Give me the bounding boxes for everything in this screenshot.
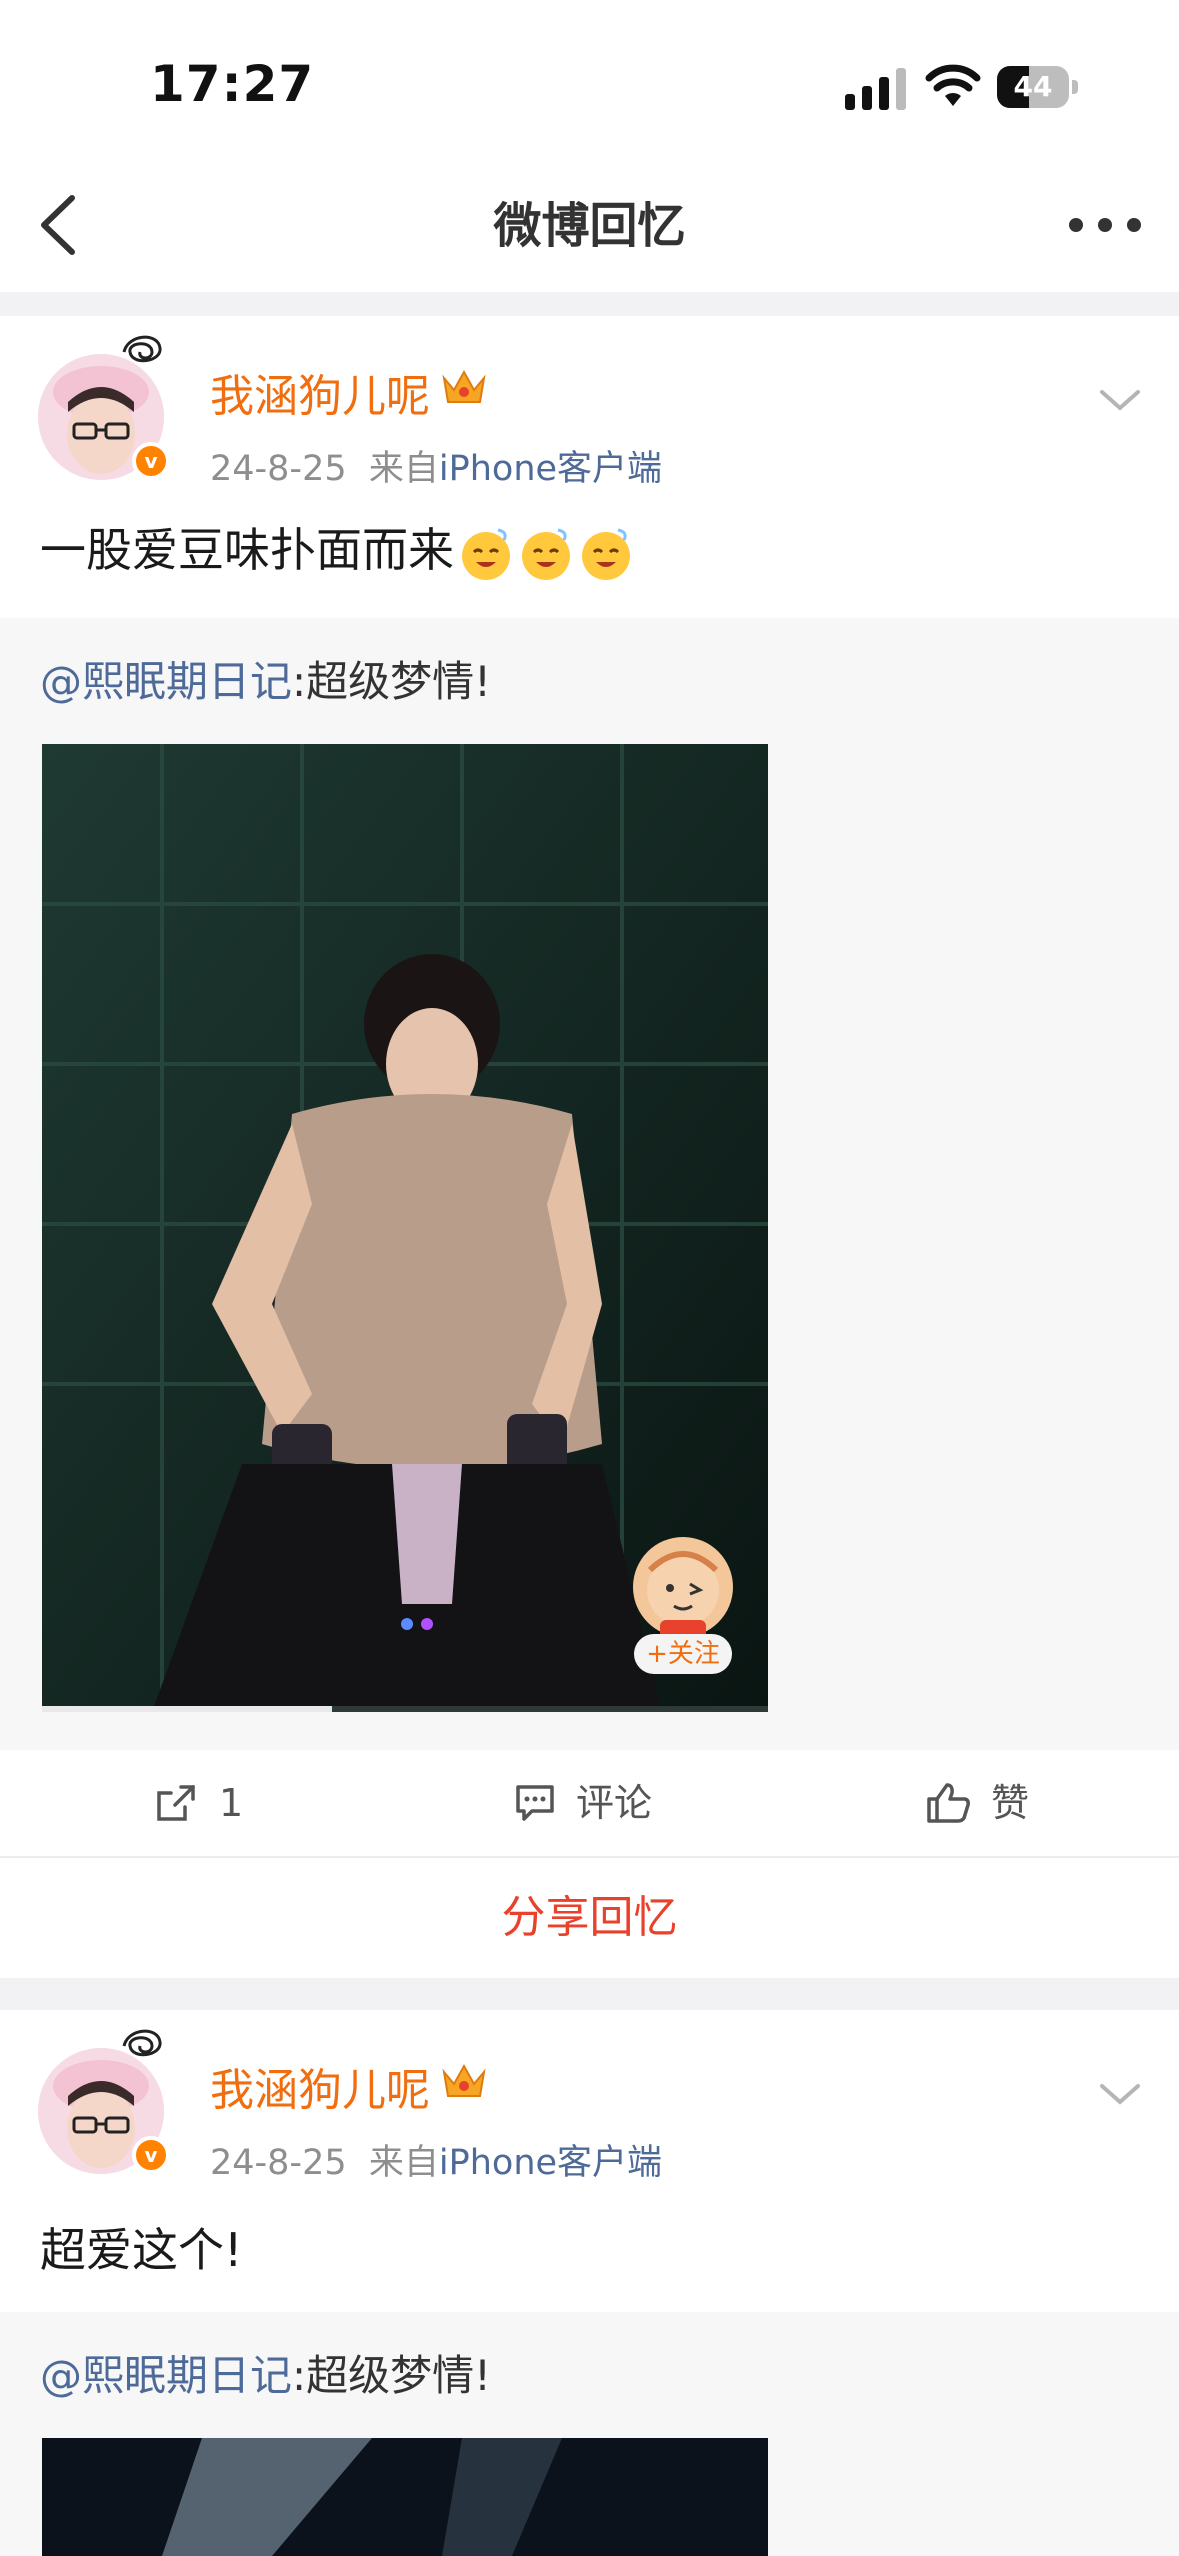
mention-link[interactable]: @熙眠期日记 [40, 657, 292, 706]
cellular-signal-icon [845, 68, 906, 110]
drooling-emoji-icon [582, 528, 630, 580]
back-icon[interactable] [28, 190, 98, 260]
repost-count: 1 [219, 1781, 244, 1825]
post-card: v 我涵狗儿呢 24-8-25 来自iPhone客户端 一股爱豆味扑面而来 [0, 316, 1179, 618]
source-link[interactable]: iPhone客户端 [439, 2143, 662, 2183]
wifi-icon [925, 64, 981, 106]
mention-link[interactable]: @熙眠期日记 [40, 2351, 292, 2400]
status-time: 17:27 [150, 55, 315, 113]
crown-icon [442, 369, 486, 403]
repost-content: :超级梦情! [292, 657, 492, 706]
page-title: 微博回忆 [493, 198, 686, 254]
comment-icon [516, 1785, 554, 1821]
video-progress-fill [42, 1706, 333, 1712]
share-memory-button[interactable]: 分享回忆 [0, 1858, 1179, 1978]
post-text-content: 一股爱豆味扑面而来 [40, 523, 454, 577]
like-label: 赞 [991, 1781, 1030, 1825]
nav-bar: 微博回忆 [0, 160, 1179, 292]
scribble-decoration-icon [122, 335, 162, 363]
repost-block[interactable]: @熙眠期日记:超级梦情! [0, 2312, 1179, 2556]
emoji-row [454, 523, 634, 580]
thumbs-up-icon [927, 1783, 970, 1823]
post-meta: 24-8-25 来自iPhone客户端 [210, 440, 662, 491]
follow-button[interactable]: +关注 [634, 1634, 732, 1674]
avatar[interactable]: v [38, 2029, 174, 2174]
chevron-down-icon[interactable] [1098, 2080, 1142, 2108]
video-progress-bar[interactable] [42, 1706, 768, 1712]
comment-button[interactable]: 评论 [514, 1750, 714, 1856]
repost-content: :超级梦情! [292, 2351, 492, 2400]
battery-icon: 44 [997, 66, 1079, 110]
follow-widget[interactable]: +关注 [628, 1534, 738, 1684]
more-icon[interactable] [1060, 200, 1150, 250]
post-text: 一股爱豆味扑面而来 [40, 514, 634, 582]
repost-button[interactable]: 1 [155, 1750, 315, 1856]
post-card: v 我涵狗儿呢 24-8-25 来自iPhone客户端 超爱这个! [0, 2010, 1179, 2312]
source-prefix: 来自 [368, 2143, 439, 2183]
comment-label: 评论 [576, 1781, 653, 1825]
battery-level: 44 [1013, 70, 1053, 103]
source-link[interactable]: iPhone客户端 [439, 449, 662, 489]
avatar[interactable]: v [38, 335, 174, 480]
post-date: 24-8-25 [210, 449, 347, 489]
username[interactable]: 我涵狗儿呢 [210, 360, 430, 424]
status-bar: 17:27 44 [0, 0, 1179, 160]
repost-block[interactable]: @熙眠期日记:超级梦情! [0, 618, 1179, 1750]
mascot-icon [633, 1537, 733, 1640]
share-icon [157, 1785, 195, 1821]
post-meta: 24-8-25 来自iPhone客户端 [210, 2134, 662, 2185]
verified-badge-icon: v [132, 442, 170, 480]
action-bar: 1 评论 赞 [0, 1750, 1179, 1856]
drooling-emoji-icon [522, 528, 570, 580]
repost-text: @熙眠期日记:超级梦情! [40, 648, 491, 709]
crown-icon [442, 2063, 486, 2097]
video-player[interactable] [42, 2438, 768, 2556]
chevron-down-icon[interactable] [1098, 386, 1142, 414]
post-date: 24-8-25 [210, 2143, 347, 2183]
scribble-decoration-icon [122, 2029, 162, 2057]
drooling-emoji-icon [462, 528, 510, 580]
video-frame [42, 2438, 768, 2556]
repost-text: @熙眠期日记:超级梦情! [40, 2342, 491, 2403]
username[interactable]: 我涵狗儿呢 [210, 2054, 430, 2118]
verified-badge-icon: v [132, 2136, 170, 2174]
post-text: 超爱这个! [40, 2223, 243, 2277]
share-memory-bar: 分享回忆 [0, 1858, 1179, 1978]
like-button[interactable]: 赞 [925, 1750, 1065, 1856]
source-prefix: 来自 [368, 449, 439, 489]
